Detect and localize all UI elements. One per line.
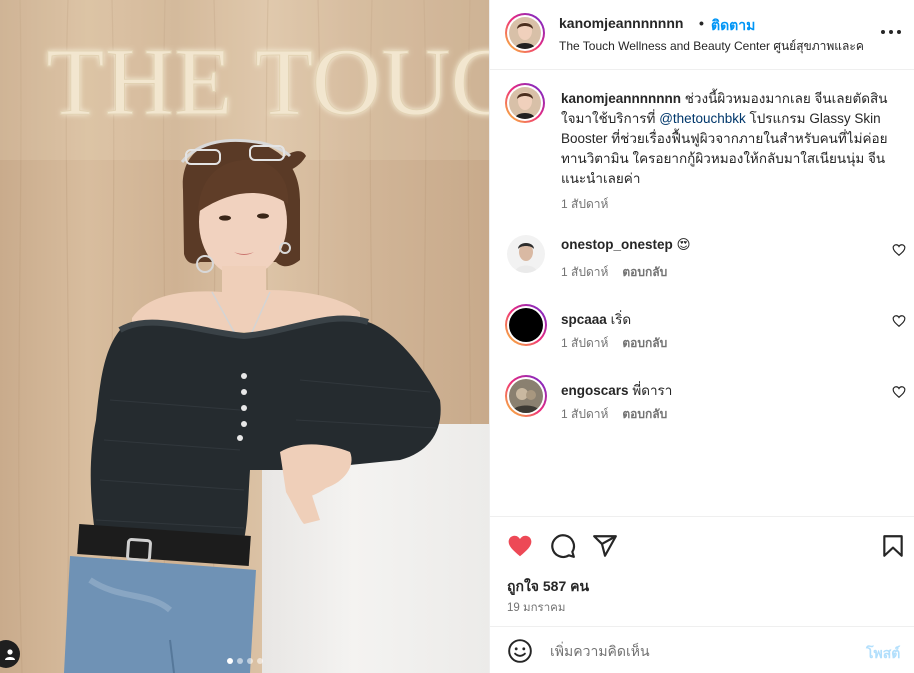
comment-username[interactable]: spcaaa (561, 312, 607, 327)
carousel-dot (226, 658, 233, 664)
follow-button[interactable]: ติดตาม (711, 15, 755, 37)
comment-item: engoscars พี่ดารา 1 สัปดาห์ ตอบกลับ (490, 375, 914, 439)
carousel-dot (236, 658, 243, 664)
caption-mention[interactable]: @thetouchbkk (659, 111, 746, 126)
comment-body: 😍 (676, 237, 691, 252)
comment-body: เริ่ด (610, 312, 632, 327)
author-username[interactable]: kanomjeannnnnnn (559, 15, 683, 31)
commenter-avatar-image (507, 235, 545, 273)
caption-time[interactable]: 1 สัปดาห์ (561, 195, 608, 214)
comment-time[interactable]: 1 สัปดาห์ (561, 407, 608, 421)
commenter-avatar[interactable] (505, 304, 547, 346)
post-details-panel: kanomjeannnnnnn • ติดตาม The Touch Welln… (489, 0, 914, 673)
heart-outline-icon[interactable] (892, 385, 906, 399)
reply-button[interactable]: ตอบกลับ (622, 407, 667, 421)
caption-avatar-image (509, 87, 541, 119)
caption-text: kanomjeannnnnnn ช่วงนี้ผิวหมองมากเลย จีน… (561, 89, 901, 189)
carousel-indicator (0, 658, 489, 664)
reply-button[interactable]: ตอบกลับ (622, 336, 667, 350)
reply-button[interactable]: ตอบกลับ (622, 265, 667, 279)
comment-meta: 1 สัปดาห์ ตอบกลับ (561, 334, 667, 353)
share-icon[interactable] (592, 533, 618, 559)
comment-text: engoscars พี่ดารา (561, 379, 672, 401)
caption-avatar[interactable] (505, 83, 545, 123)
comment-time[interactable]: 1 สัปดาห์ (561, 265, 608, 279)
carousel-dot (256, 658, 263, 664)
post-date[interactable]: 19 มกราคม (507, 599, 565, 617)
heart-outline-icon[interactable] (892, 314, 906, 328)
commenter-avatar-image (509, 379, 543, 413)
separator-dot: • (699, 15, 704, 31)
comment-meta: 1 สัปดาห์ ตอบกลับ (561, 263, 667, 282)
post-comment-button[interactable]: โพสต์ (866, 643, 900, 665)
comment-meta: 1 สัปดาห์ ตอบกลับ (561, 405, 667, 424)
woman-figure (64, 138, 441, 673)
commenter-avatar-image (509, 308, 543, 342)
comment-item: onestop_onestep 😍 1 สัปดาห์ ตอบกลับ (490, 235, 914, 297)
comment-body: พี่ดารา (632, 383, 673, 398)
carousel-dot (246, 658, 253, 664)
post-header: kanomjeannnnnnn • ติดตาม The Touch Welln… (490, 0, 914, 70)
comment-username[interactable]: engoscars (561, 383, 629, 398)
heart-filled-icon[interactable] (507, 533, 533, 559)
comment-text: spcaaa เริ่ด (561, 308, 631, 330)
comment-text: onestop_onestep 😍 (561, 237, 691, 253)
more-horizontal-icon[interactable] (879, 24, 903, 40)
author-avatar-image (509, 17, 541, 49)
comment-icon[interactable] (550, 533, 576, 559)
location-link[interactable]: The Touch Wellness and Beauty Center ศูน… (559, 37, 867, 56)
caption-username[interactable]: kanomjeannnnnnn (561, 91, 681, 106)
post-actions: ถูกใจ 587 คน 19 มกราคม (490, 516, 914, 626)
add-comment-bar: โพสต์ (490, 626, 914, 673)
comment-input[interactable] (550, 640, 850, 662)
author-avatar[interactable] (505, 13, 545, 53)
comment-item: spcaaa เริ่ด 1 สัปดาห์ ตอบกลับ (490, 304, 914, 368)
comment-username[interactable]: onestop_onestep (561, 237, 673, 252)
bookmark-icon[interactable] (880, 533, 906, 559)
likes-count[interactable]: ถูกใจ 587 คน (507, 576, 589, 598)
heart-outline-icon[interactable] (892, 243, 906, 257)
emoji-icon[interactable] (507, 638, 533, 664)
comment-time[interactable]: 1 สัปดาห์ (561, 336, 608, 350)
post-photo[interactable]: THE TOUC THE TOUC (0, 0, 489, 673)
commenter-avatar[interactable] (505, 375, 547, 417)
commenter-avatar[interactable] (507, 235, 545, 273)
